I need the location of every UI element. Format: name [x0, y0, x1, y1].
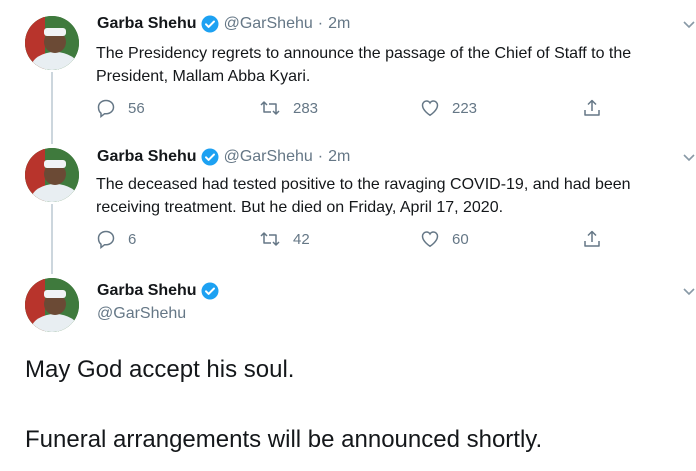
- main-tweet-line-2: Funeral arrangements will be announced s…: [25, 426, 543, 453]
- reply-button[interactable]: 56: [96, 98, 145, 118]
- retweet-button[interactable]: 42: [259, 229, 310, 249]
- reply-button[interactable]: 6: [96, 229, 136, 249]
- retweet-button[interactable]: 283: [259, 98, 318, 118]
- verified-badge-icon: [201, 148, 219, 166]
- tweet-timestamp[interactable]: 2m: [328, 15, 350, 33]
- reply-icon: [97, 230, 115, 249]
- author-handle[interactable]: @GarShehu: [97, 305, 186, 323]
- like-count: 223: [452, 99, 478, 117]
- share-button[interactable]: [582, 229, 614, 249]
- retweet-icon: [260, 101, 280, 115]
- chevron-down-icon[interactable]: [682, 153, 696, 163]
- tweet-actions: 56 283 223: [96, 98, 616, 122]
- like-button[interactable]: 223: [420, 98, 477, 118]
- tweet-text: The Presidency regrets to announce the p…: [96, 45, 632, 85]
- separator-dot: ·: [317, 15, 324, 32]
- reply-count: 56: [128, 99, 145, 117]
- avatar[interactable]: [25, 16, 79, 70]
- main-tweet-line-1: May God accept his soul.: [25, 356, 295, 383]
- reply-icon: [97, 99, 115, 118]
- thread-line-2: [51, 204, 53, 274]
- retweet-icon: [260, 232, 280, 246]
- author-handle[interactable]: @GarShehu: [224, 15, 313, 33]
- retweet-count: 283: [293, 99, 319, 117]
- heart-icon: [421, 100, 439, 117]
- avatar[interactable]: [25, 278, 79, 332]
- author-name[interactable]: Garba Shehu: [97, 15, 197, 33]
- reply-count: 6: [128, 230, 137, 248]
- author-name[interactable]: Garba Shehu: [97, 282, 197, 300]
- tweet-timestamp[interactable]: 2m: [328, 148, 350, 166]
- share-icon: [584, 230, 600, 247]
- avatar[interactable]: [25, 148, 79, 202]
- verified-badge-icon: [201, 282, 219, 300]
- chevron-down-icon[interactable]: [682, 20, 696, 30]
- tweet-text: The deceased had tested positive to the …: [96, 176, 631, 216]
- like-button[interactable]: 60: [420, 229, 469, 249]
- thread-line-1: [51, 72, 53, 144]
- heart-icon: [421, 231, 439, 248]
- share-button[interactable]: [582, 98, 614, 118]
- verified-badge-icon: [201, 15, 219, 33]
- tweet-actions: 6 42 60: [96, 229, 616, 253]
- retweet-count: 42: [293, 230, 310, 248]
- author-handle[interactable]: @GarShehu: [224, 148, 313, 166]
- separator-dot: ·: [317, 148, 324, 165]
- chevron-down-icon[interactable]: [682, 287, 696, 297]
- share-icon: [584, 99, 600, 116]
- like-count: 60: [452, 230, 469, 248]
- author-name[interactable]: Garba Shehu: [97, 148, 197, 166]
